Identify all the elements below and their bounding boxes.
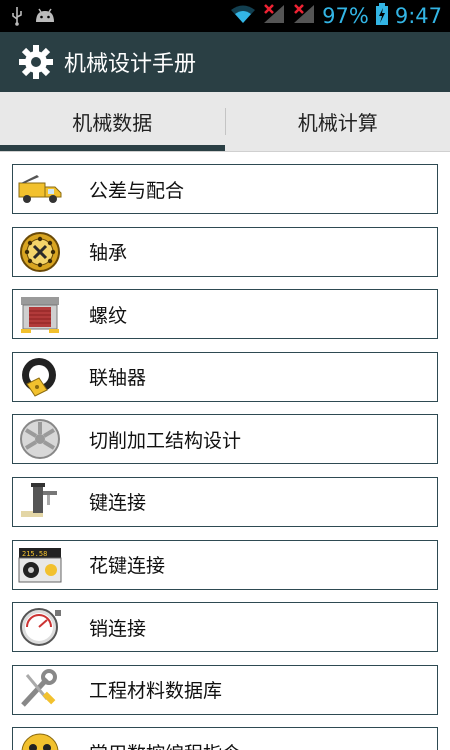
android-debug-icon [34, 8, 56, 28]
list-item-material-database[interactable]: 工程材料数据库 [12, 664, 438, 715]
battery-percent: 97% [322, 4, 369, 28]
list-item-thread[interactable]: 螺纹 [12, 289, 438, 340]
pressure-gauge-icon [15, 604, 65, 650]
list-item-label: 销连接 [89, 617, 147, 640]
usb-icon [10, 6, 24, 30]
tab-label: 机械数据 [72, 111, 153, 135]
truck-icon [15, 166, 65, 212]
list-item-label: 切削加工结构设计 [89, 429, 242, 452]
status-bar: 97% 9:47 [0, 0, 450, 32]
signal-icon-2 [292, 3, 316, 29]
mask-icon [15, 729, 65, 750]
list-item-label: 花键连接 [89, 555, 166, 578]
list-item-tolerance-fit[interactable]: 公差与配合 [12, 164, 438, 214]
battery-charging-icon [375, 3, 389, 29]
svg-text:215.58: 215.58 [22, 550, 47, 558]
list-item-cnc-programming[interactable]: 常用数控编程指令 [12, 727, 438, 750]
tab-bar: 机械数据 机械计算 [0, 92, 450, 152]
clock: 9:47 [394, 4, 442, 28]
list-item-bearing[interactable]: 轴承 [12, 226, 438, 277]
tab-mechanical-calculation[interactable]: 机械计算 [226, 92, 450, 151]
gear-icon[interactable] [18, 44, 54, 80]
wifi-icon [230, 4, 256, 28]
app-title: 机械设计手册 [64, 52, 197, 77]
wrench-screwdriver-icon [15, 667, 65, 713]
list-item-cutting-structure-design[interactable]: 切削加工结构设计 [12, 414, 438, 465]
list-item-label: 常用数控编程指令 [89, 739, 241, 750]
wheel-rim-icon [15, 416, 65, 462]
list-item-label: 螺纹 [89, 304, 128, 327]
bearing-icon [15, 229, 65, 275]
topic-list[interactable]: 公差与配合 轴承 螺纹 联轴器 切削加工结构设计 键连接 215.58 花键连接… [0, 152, 450, 750]
list-item-spline-connection[interactable]: 215.58 花键连接 [12, 539, 438, 590]
list-item-label: 工程材料数据库 [89, 680, 223, 703]
list-item-label: 轴承 [89, 242, 128, 265]
list-item-coupling[interactable]: 联轴器 [12, 351, 438, 402]
action-bar: 机械设计手册 [0, 32, 450, 92]
list-item-key-connection[interactable]: 键连接 [12, 476, 438, 527]
machine-tool-icon [15, 479, 65, 525]
list-item-label: 联轴器 [89, 367, 147, 390]
list-item-label: 公差与配合 [89, 179, 185, 202]
list-item-label: 键连接 [89, 492, 147, 515]
list-item-pin-connection[interactable]: 销连接 [12, 602, 438, 653]
odometer-icon: 215.58 [15, 542, 65, 588]
tab-label: 机械计算 [297, 111, 378, 135]
tab-mechanical-data[interactable]: 机械数据 [0, 92, 225, 151]
tire-tag-icon [15, 354, 65, 400]
garage-icon [15, 291, 65, 337]
signal-icon [262, 3, 286, 29]
